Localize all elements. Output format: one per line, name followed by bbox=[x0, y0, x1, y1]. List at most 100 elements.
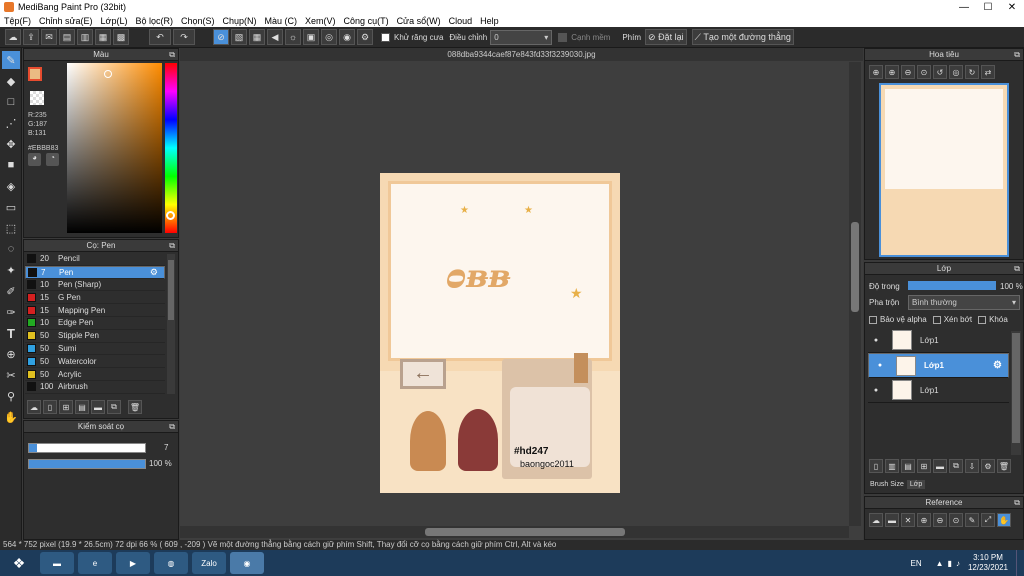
menu-layer[interactable]: Lớp(L) bbox=[97, 16, 132, 26]
brush-item[interactable]: 20 Pencil bbox=[25, 253, 165, 266]
grid-icon[interactable]: ▦ bbox=[95, 29, 111, 45]
brush-item[interactable]: 15 Mapping Pen bbox=[25, 304, 165, 317]
layer-list-scrollbar[interactable] bbox=[1011, 331, 1021, 455]
comment-icon[interactable]: ✉ bbox=[41, 29, 57, 45]
brush-item[interactable]: 50 Acrylic bbox=[25, 368, 165, 381]
eye-icon[interactable]: ● bbox=[868, 387, 884, 394]
menu-filter[interactable]: Bộ lọc(R) bbox=[131, 16, 177, 26]
menu-snap[interactable]: Chụp(N) bbox=[219, 16, 261, 26]
canvas-vertical-scrollbar[interactable] bbox=[849, 62, 861, 526]
panel-expand-icon[interactable]: ⧉ bbox=[1014, 497, 1020, 509]
divide-tool-icon[interactable]: ✂ bbox=[2, 366, 20, 384]
zoom-in-alt-icon[interactable]: ⊕ bbox=[885, 65, 899, 79]
move-tool-icon[interactable]: ✥ bbox=[2, 135, 20, 153]
bucket-tool-icon[interactable]: ◈ bbox=[2, 177, 20, 195]
panel-expand-icon[interactable]: ⧉ bbox=[169, 49, 175, 61]
background-color-swatch[interactable] bbox=[30, 91, 44, 105]
select-tool-icon[interactable]: ⬚ bbox=[2, 219, 20, 237]
panel-expand-icon[interactable]: ⧉ bbox=[1014, 49, 1020, 61]
brush-list-scrollbar[interactable] bbox=[167, 254, 175, 394]
add-layer-menu-icon[interactable]: ⊞ bbox=[917, 459, 931, 473]
eyedropper-icon[interactable]: ✎ bbox=[965, 513, 979, 527]
cross-snap-icon[interactable]: ▦ bbox=[249, 29, 265, 45]
hue-slider-handle[interactable] bbox=[166, 211, 175, 220]
page-icon[interactable]: ▥ bbox=[77, 29, 93, 45]
maximize-button[interactable]: ☐ bbox=[976, 2, 1000, 13]
rotate-left-icon[interactable]: ↺ bbox=[933, 65, 947, 79]
delete-layer-icon[interactable]: 🗑 bbox=[997, 459, 1011, 473]
color-picker-cursor[interactable] bbox=[104, 70, 112, 78]
menu-help[interactable]: Help bbox=[476, 16, 503, 26]
copy-brush-icon[interactable]: ⧉ bbox=[107, 400, 121, 414]
undo-icon[interactable]: ↶ bbox=[149, 29, 171, 45]
saturation-value-picker[interactable] bbox=[67, 63, 162, 233]
cloud-icon[interactable]: ☁ bbox=[869, 513, 883, 527]
antialias-checkbox[interactable] bbox=[381, 32, 390, 42]
volume-icon[interactable]: ♪ bbox=[956, 559, 960, 568]
curve-snap-icon[interactable]: ▣ bbox=[303, 29, 319, 45]
select-pen-tool-icon[interactable]: ✐ bbox=[2, 282, 20, 300]
settings-gear-icon[interactable]: ⚙ bbox=[357, 29, 373, 45]
eyedropper-tool-icon[interactable]: ⚲ bbox=[2, 387, 20, 405]
zoom-in-icon[interactable]: ⊕ bbox=[869, 65, 883, 79]
layer-row[interactable]: ● Lớp1 bbox=[868, 378, 1009, 403]
clock[interactable]: 3:10 PM 12/23/2021 bbox=[968, 553, 1008, 573]
merge-down-icon[interactable]: ⇩ bbox=[965, 459, 979, 473]
brush-settings-icon[interactable]: ▤ bbox=[75, 400, 89, 414]
panel-expand-icon[interactable]: ⧉ bbox=[169, 240, 175, 252]
zoom-fit-icon[interactable]: ⊙ bbox=[917, 65, 931, 79]
ring-snap-icon[interactable]: ◎ bbox=[321, 29, 337, 45]
brush-item[interactable]: 50 Sumi bbox=[25, 343, 165, 356]
zoom-fit-icon[interactable]: ⊙ bbox=[949, 513, 963, 527]
menu-color[interactable]: Màu (C) bbox=[261, 16, 302, 26]
scrollbar-thumb[interactable] bbox=[851, 222, 859, 312]
duplicate-layer-icon[interactable]: ⧉ bbox=[949, 459, 963, 473]
medibang-taskbar-icon[interactable]: ◉ bbox=[230, 552, 264, 574]
text-tool-icon[interactable]: T bbox=[2, 324, 20, 342]
brush-item[interactable]: 10 Edge Pen bbox=[25, 317, 165, 330]
zoom-in-icon[interactable]: ⊕ bbox=[917, 513, 931, 527]
menu-file[interactable]: Tệp(F) bbox=[0, 16, 35, 26]
scrollbar-thumb[interactable] bbox=[168, 260, 174, 320]
palette-icon[interactable]: ◕ bbox=[28, 153, 41, 166]
menu-cloud[interactable]: Cloud bbox=[445, 16, 477, 26]
redo-icon[interactable]: ↷ bbox=[173, 29, 195, 45]
layer-opacity-slider[interactable] bbox=[908, 281, 996, 290]
no-snap-icon[interactable]: ⊘ bbox=[213, 29, 229, 45]
menu-edit[interactable]: Chỉnh sửa(E) bbox=[35, 16, 97, 26]
scrollbar-thumb[interactable] bbox=[425, 528, 625, 536]
layer-row[interactable]: ● Lớp1 ⚙ bbox=[868, 353, 1009, 378]
brush-item[interactable]: 7 Pen ⚙ bbox=[25, 265, 165, 279]
language-indicator[interactable]: EN bbox=[911, 559, 922, 568]
reset-button[interactable]: ⊘ Đặt lại bbox=[645, 29, 687, 45]
menu-tools[interactable]: Công cụ(T) bbox=[340, 16, 393, 26]
zoom-out-icon[interactable]: ⊖ bbox=[901, 65, 915, 79]
close-button[interactable]: ✕ bbox=[1000, 2, 1024, 13]
gradient-tool-icon[interactable]: ▭ bbox=[2, 198, 20, 216]
operation-tool-icon[interactable]: ⊕ bbox=[2, 345, 20, 363]
lock-checkbox[interactable] bbox=[978, 315, 987, 324]
brush-opacity-slider[interactable] bbox=[28, 459, 146, 469]
menu-select[interactable]: Chọn(S) bbox=[177, 16, 219, 26]
pen-tool-icon[interactable]: ✎ bbox=[2, 51, 20, 69]
blend-mode-dropdown[interactable]: Bình thường ▾ bbox=[908, 295, 1020, 310]
protect-alpha-checkbox[interactable] bbox=[869, 315, 877, 324]
navigator-preview[interactable] bbox=[879, 83, 1009, 257]
document-tab[interactable]: 088dba9344caef87e843fd33f3239030.jpg bbox=[180, 48, 863, 61]
scrollbar-thumb[interactable] bbox=[1012, 333, 1020, 443]
zalo-icon[interactable]: Zalo bbox=[192, 552, 226, 574]
panel-expand-icon[interactable]: ⧉ bbox=[1014, 263, 1020, 275]
fill-rect-tool-icon[interactable]: ■ bbox=[2, 156, 20, 174]
file-explorer-icon[interactable]: ▬ bbox=[40, 552, 74, 574]
start-button-icon[interactable]: ❖ bbox=[2, 552, 36, 574]
close-icon[interactable]: ✕ bbox=[901, 513, 915, 527]
rotate-right-icon[interactable]: ↻ bbox=[965, 65, 979, 79]
magic-wand-tool-icon[interactable]: ✦ bbox=[2, 261, 20, 279]
hue-slider[interactable] bbox=[165, 63, 177, 233]
tab-brush-size[interactable]: Brush Size bbox=[867, 480, 907, 489]
eye-icon[interactable]: ● bbox=[872, 362, 888, 369]
eyedropper-swap-icon[interactable]: ◔ bbox=[46, 153, 59, 166]
eye-icon[interactable]: ● bbox=[868, 337, 884, 344]
hand-icon[interactable]: ✋ bbox=[997, 513, 1011, 527]
flip-icon[interactable]: ⇄ bbox=[981, 65, 995, 79]
